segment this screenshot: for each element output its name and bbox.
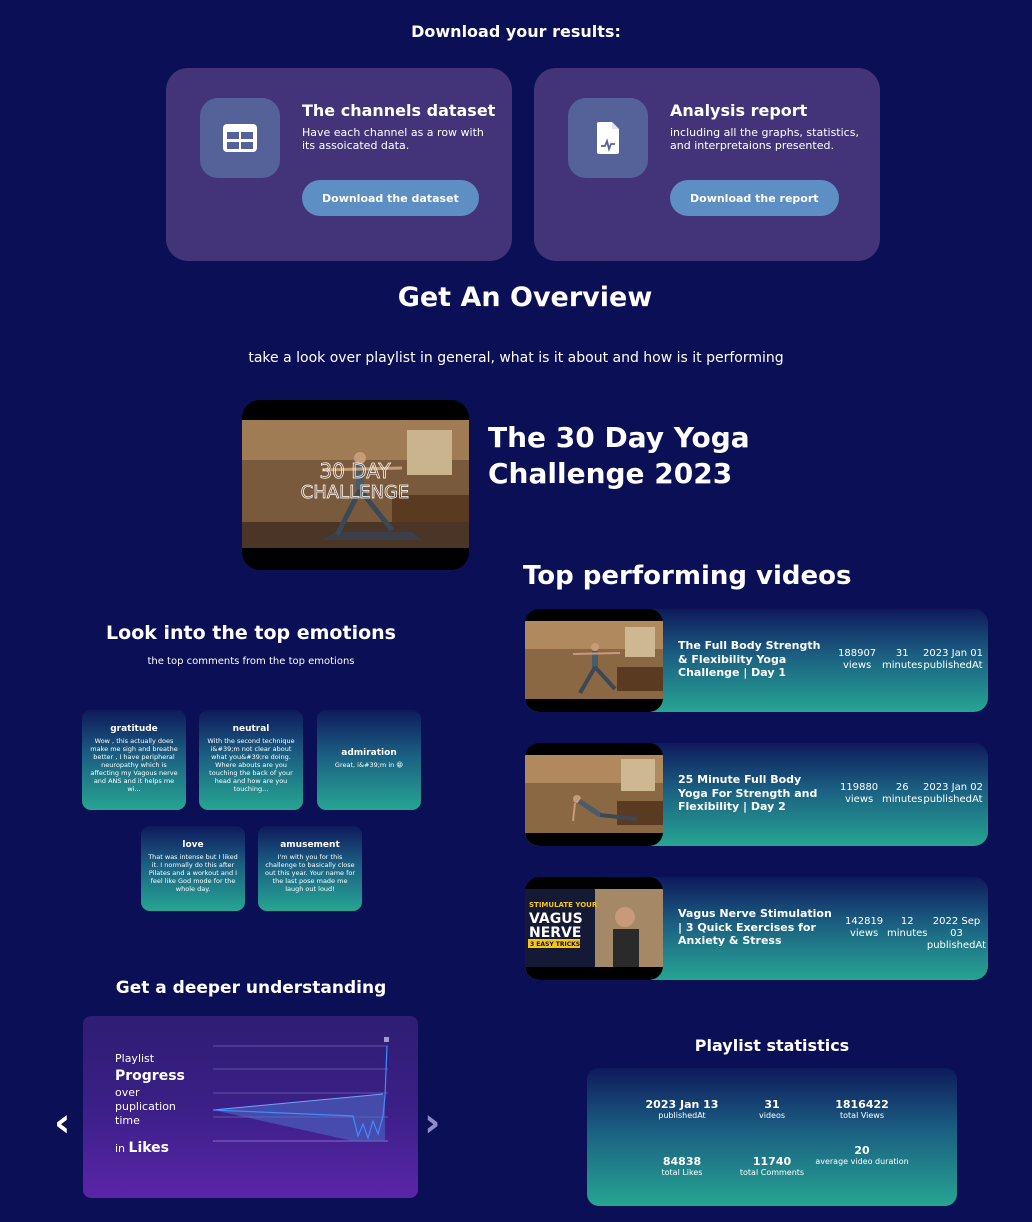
deeper-title: Get a deeper understanding xyxy=(115,978,387,998)
video-duration: 31 minutes xyxy=(882,648,923,671)
report-icon xyxy=(568,98,648,178)
emotion-name: gratitude xyxy=(110,724,158,734)
video-thumbnail[interactable]: STIMULATE YOUR VAGUS NERVE 3 EASY TRICKS xyxy=(525,877,663,980)
emotion-comment: Wow , this actually does make me sigh an… xyxy=(90,737,178,793)
video-views: 119880 views xyxy=(840,782,879,805)
video-views: 188907 views xyxy=(838,648,877,671)
video-card[interactable]: The Full Body Strength & Flexibility Yog… xyxy=(525,609,988,712)
thumb-text-1: 30 DAY xyxy=(319,459,391,483)
dataset-card: The channels dataset Have each channel a… xyxy=(166,68,512,261)
table-icon xyxy=(200,98,280,178)
slide-text-1: Playlist xyxy=(115,1052,155,1065)
report-card-title: Analysis report xyxy=(670,101,808,120)
emotion-card-admiration: admiration Great, i&#39;m in 😁 xyxy=(317,710,421,810)
video-published: 2022 Sep 03 publishedAt xyxy=(926,916,987,951)
emotion-card-neutral: neutral With the second technique i&#39;… xyxy=(199,710,303,810)
overview-title: Get An Overview xyxy=(397,282,653,313)
download-title: Download your results: xyxy=(411,22,621,41)
video-title[interactable]: 25 Minute Full Body Yoga For Strength an… xyxy=(678,773,833,814)
report-card-desc: including all the graphs, statistics, an… xyxy=(670,126,859,152)
thumb-caption-line1: STIMULATE YOUR xyxy=(529,901,598,909)
carousel-next-button[interactable]: › xyxy=(424,1100,440,1146)
stat-average-duration: 20 average video duration xyxy=(815,1144,909,1166)
emotion-comment: With the second technique i&#39;m not cl… xyxy=(207,737,295,793)
video-thumbnail[interactable] xyxy=(525,609,663,712)
playlist-thumbnail[interactable]: 30 DAY CHALLENGE xyxy=(242,400,469,570)
video-card[interactable]: STIMULATE YOUR VAGUS NERVE 3 EASY TRICKS… xyxy=(525,877,988,980)
emotion-name: neutral xyxy=(232,724,270,734)
slide-text-4: in Likes xyxy=(115,1140,170,1156)
video-published: 2023 Jan 02 publishedAt xyxy=(923,782,983,805)
thumb-caption-line4: 3 EASY TRICKS xyxy=(530,941,580,948)
report-card: Analysis report including all the graphs… xyxy=(534,68,880,261)
download-report-button[interactable]: Download the report xyxy=(670,180,839,216)
emotion-comment: Great, i&#39;m in 😁 xyxy=(334,761,404,769)
video-duration: 26 minutes xyxy=(882,782,923,805)
progress-slide[interactable]: Playlist Progress over puplication time … xyxy=(83,1016,418,1198)
stats-card: 2023 Jan 13 publishedAt 31 videos 1816422 t… xyxy=(587,1068,957,1206)
slide-text-2: Progress xyxy=(115,1068,185,1084)
emotion-name: amusement xyxy=(280,840,340,850)
video-card[interactable]: 25 Minute Full Body Yoga For Strength an… xyxy=(525,743,988,846)
download-dataset-button[interactable]: Download the dataset xyxy=(302,180,479,216)
emotions-title: Look into the top emotions xyxy=(106,622,396,644)
emotion-comment: I'm with you for this challenge to basic… xyxy=(264,853,356,893)
emotion-name: admiration xyxy=(341,748,397,758)
video-duration: 12 minutes xyxy=(887,916,928,939)
dataset-card-title: The channels dataset xyxy=(302,101,496,120)
emotion-card-gratitude: gratitude Wow , this actually does make … xyxy=(82,710,186,810)
emotions-subtitle: the top comments from the top emotions xyxy=(147,656,355,667)
emotion-card-love: love That was intense but I liked it. I … xyxy=(141,826,245,911)
video-thumbnail[interactable] xyxy=(525,743,663,846)
slide-text-3: over puplication time xyxy=(115,1086,176,1127)
stat-total-views: 1816422 total Views xyxy=(835,1098,889,1120)
video-title[interactable]: Vagus Nerve Stimulation | 3 Quick Exerci… xyxy=(678,907,833,948)
top-videos-title: Top performing videos xyxy=(523,561,852,591)
thumb-caption-line3: NERVE xyxy=(529,925,581,941)
stats-title: Playlist statistics xyxy=(694,1036,850,1055)
carousel-prev-button[interactable]: ‹ xyxy=(54,1100,70,1146)
likes-progress-chart xyxy=(212,1037,389,1142)
emotion-card-amusement: amusement I'm with you for this challeng… xyxy=(258,826,362,911)
playlist-title: The 30 Day Yoga Challenge 2023 xyxy=(488,421,750,490)
overview-subtitle: take a look over playlist in general, wh… xyxy=(248,350,784,366)
emotion-comment: That was intense but I liked it. I norma… xyxy=(148,853,238,893)
video-views: 142819 views xyxy=(845,916,884,939)
video-published: 2023 Jan 01 publishedAt xyxy=(923,648,983,671)
dataset-card-desc: Have each channel as a row with its asso… xyxy=(302,126,484,152)
thumb-text-2: CHALLENGE xyxy=(301,482,410,503)
video-title[interactable]: The Full Body Strength & Flexibility Yog… xyxy=(678,639,833,680)
emotion-name: love xyxy=(182,840,204,850)
